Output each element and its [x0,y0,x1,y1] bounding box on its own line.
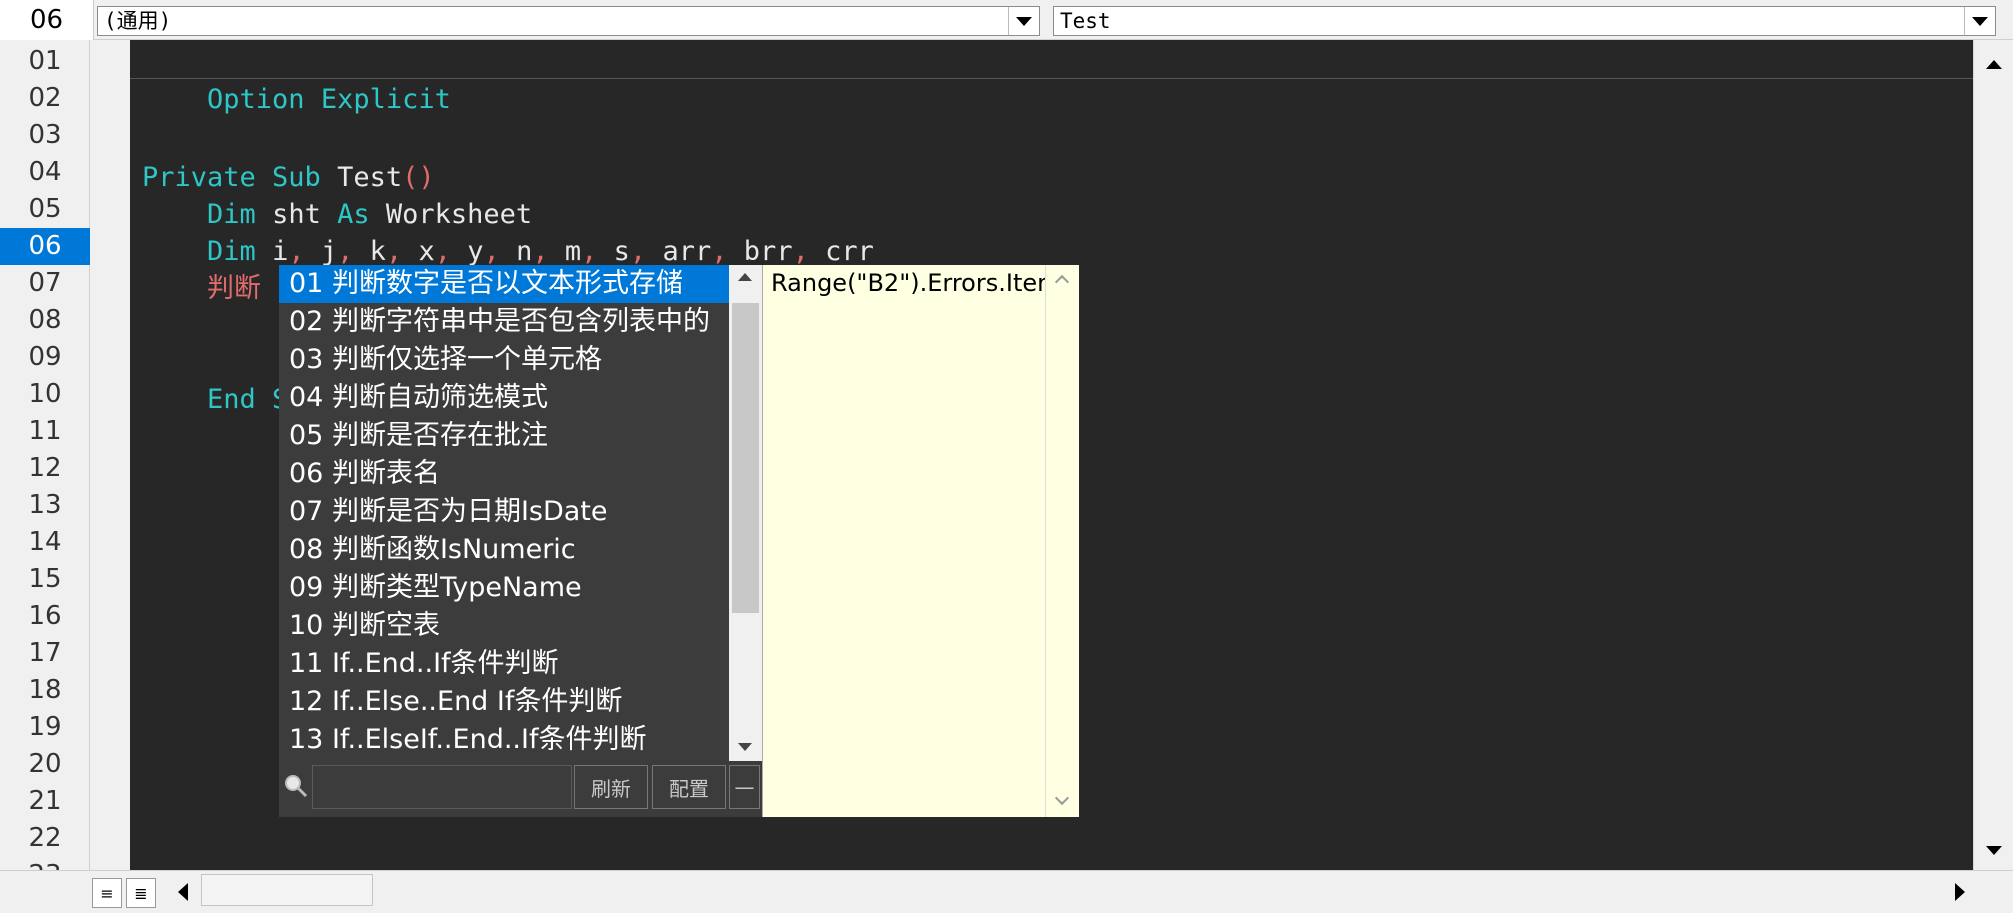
line-number: 12 [28,453,62,483]
snippet-list-item[interactable]: 08 判断函数IsNumeric [279,531,729,569]
procedure-dropdown[interactable]: Test [1053,6,1996,36]
snippet-list-item[interactable]: 01 判断数字是否以文本形式存储 [279,265,729,303]
object-dropdown[interactable]: (通用) [97,6,1040,36]
line-number: 02 [28,83,62,113]
line-number: 15 [28,564,62,594]
line-number: 17 [28,638,62,668]
variable-list: i, j, k, x, y, n, m, s, arr, brr, crr [272,236,874,267]
preview-scrollbar[interactable] [1045,265,1079,817]
procedure-view-button[interactable]: ≡ [92,878,122,908]
line-number: 04 [28,157,62,187]
snippet-list-item[interactable]: 04 判断自动筛选模式 [279,379,729,417]
scroll-down-arrow-icon[interactable] [1054,790,1070,806]
line-number: 06 [0,228,90,265]
snippet-list-item[interactable]: 12 If..Else..End If条件判断 [279,683,729,721]
scroll-up-arrow-icon[interactable] [1974,44,2013,84]
refresh-button[interactable]: 刷新 [574,765,648,809]
line-number: 20 [28,749,62,779]
snippet-preview: Range("B2").Errors.Item [762,265,1061,817]
procedure-name: Test [320,162,403,193]
variable: sht [255,199,338,230]
line-number: 07 [28,268,62,298]
line-number: 13 [28,490,62,520]
line-number: 08 [28,305,62,335]
line-number: 09 [28,342,62,372]
chevron-down-icon[interactable] [1008,7,1039,35]
search-icon [285,775,308,798]
code-line-1[interactable]: Option Explicit [142,44,451,115]
snippet-list-item[interactable]: 11 If..End..If条件判断 [279,645,729,683]
breakpoint-margin[interactable] [90,40,130,870]
line-number-gutter: 01 02 03 04 05 06 07 08 09 10 11 12 13 14 15 16 17 18 19 20… [0,40,90,890]
option-separator-line [130,78,1973,79]
procedure-dropdown-value: Test [1060,9,1111,33]
snippet-list-item[interactable]: 10 判断空表 [279,607,729,645]
code-line-6[interactable]: 判断 [142,270,261,307]
current-line-indicator: 06 [0,0,94,40]
line-number: 16 [28,601,62,631]
keyword: Dim [207,199,256,230]
snippet-list[interactable]: 01 判断数字是否以文本形式存储 02 判断字符串中是否包含列表中的 03 判断仅选… [279,265,729,761]
scroll-left-arrow-icon[interactable] [165,874,201,910]
line-number: 10 [28,379,62,409]
line-number: 22 [28,823,62,853]
code-line-3[interactable]: Private Sub Test() [142,159,435,196]
snippet-list-scrollbar[interactable] [729,265,762,761]
snippet-list-item[interactable]: 03 判断仅选择一个单元格 [279,341,729,379]
snippet-list-item[interactable]: 06 判断表名 [279,455,729,493]
line-number: 21 [28,786,62,816]
keyword: Dim [207,236,256,267]
snippet-search-input[interactable] [312,765,572,809]
line-number: 18 [28,675,62,705]
keyword: Option Explicit [207,84,451,115]
type-name: Worksheet [369,199,533,230]
collapse-button[interactable]: — [729,765,760,809]
chevron-down-icon[interactable] [1964,7,1995,35]
scroll-down-arrow-icon[interactable] [738,743,752,751]
snippet-list-item[interactable]: 05 判断是否存在批注 [279,417,729,455]
full-module-view-button[interactable]: ≣ [126,878,156,908]
keyword: As [337,199,370,230]
line-number: 01 [28,46,62,76]
typed-text: 判断 [207,273,262,304]
object-dropdown-value: (通用) [104,9,172,33]
horizontal-scroll-thumb[interactable] [201,874,373,906]
config-button[interactable]: 配置 [652,765,726,809]
scroll-up-arrow-icon[interactable] [738,273,752,281]
scroll-thumb[interactable] [732,303,759,613]
line-number: 11 [28,416,62,446]
line-number: 03 [28,120,62,150]
code-line-4[interactable]: Dim sht As Worksheet [142,196,532,233]
snippet-preview-text: Range("B2").Errors.Item [771,269,1061,297]
line-number: 14 [28,527,62,557]
parentheses: () [402,162,435,193]
scroll-up-arrow-icon[interactable] [1054,274,1070,290]
scroll-right-arrow-icon[interactable] [1942,874,1978,910]
snippet-list-item[interactable]: 07 判断是否为日期IsDate [279,493,729,531]
snippet-list-item[interactable]: 09 判断类型TypeName [279,569,729,607]
line-number: 19 [28,712,62,742]
scroll-down-arrow-icon[interactable] [1974,830,2013,870]
snippet-list-item[interactable]: 02 判断字符串中是否包含列表中的 [279,303,729,341]
keyword: Private Sub [142,162,321,193]
vertical-scrollbar[interactable] [1973,40,2013,870]
snippet-list-item[interactable]: 13 If..ElseIf..End..If条件判断 [279,721,729,759]
line-number: 05 [28,194,62,224]
